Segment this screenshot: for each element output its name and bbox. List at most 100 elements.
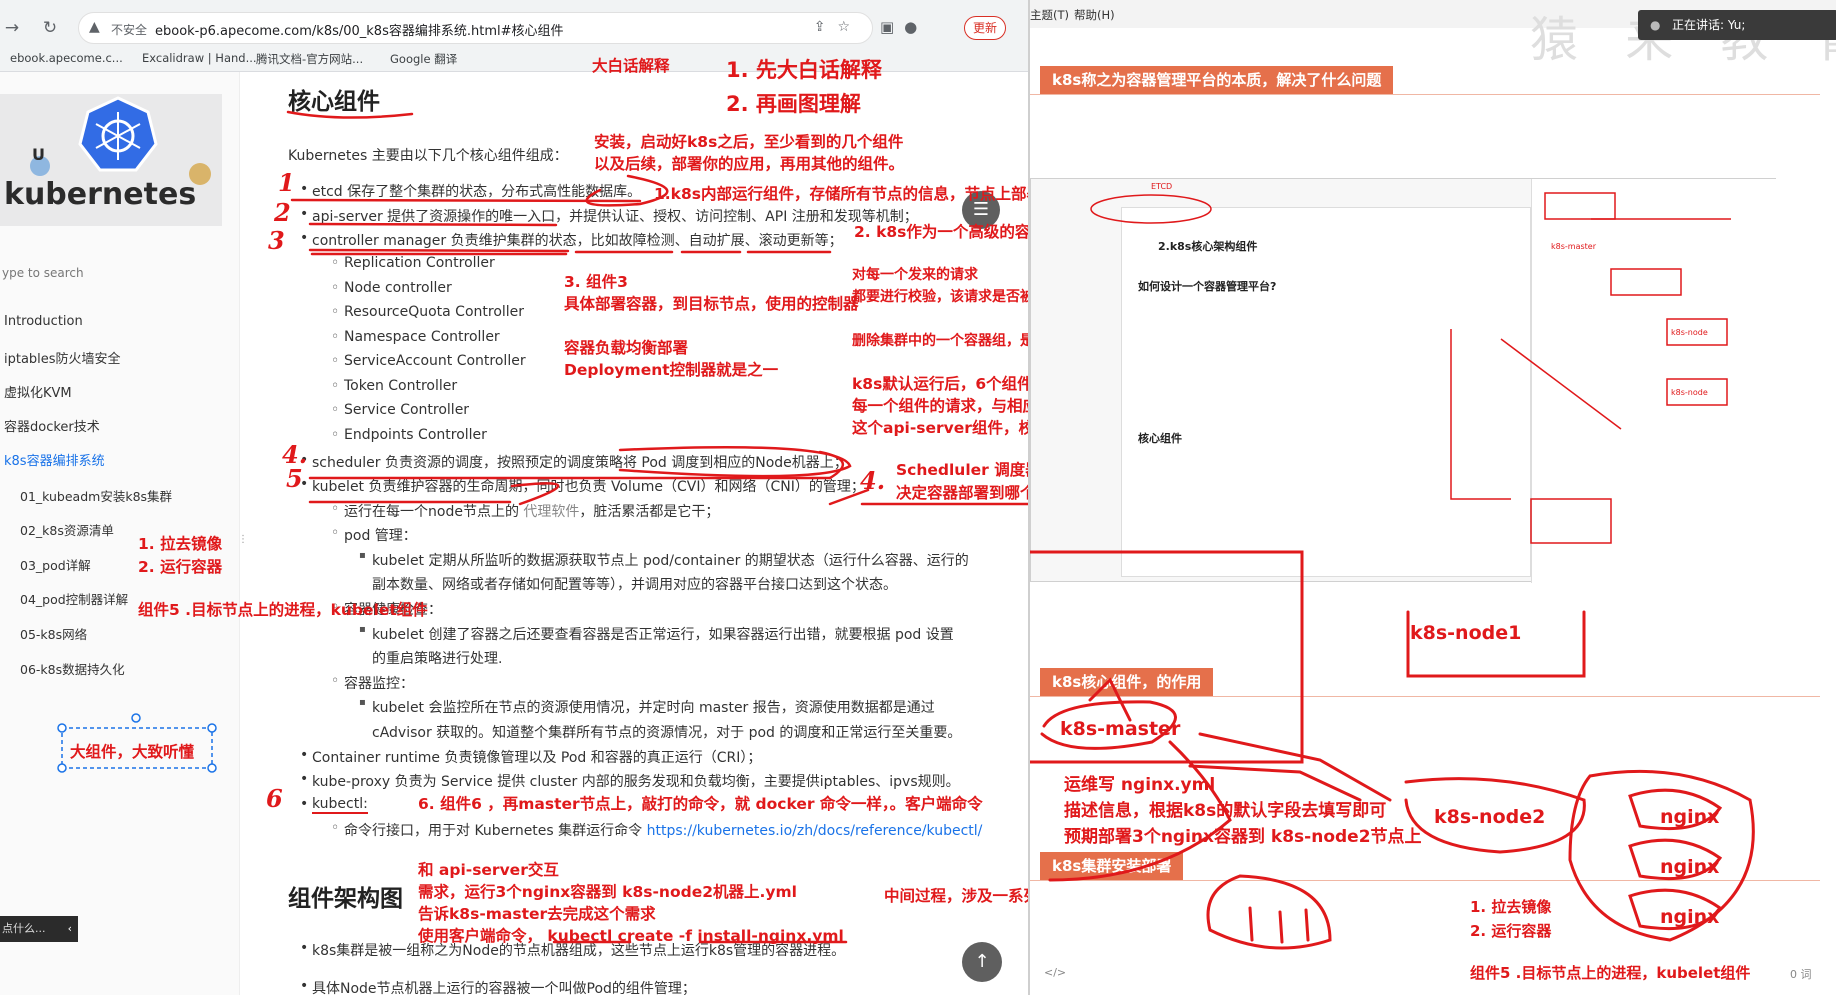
word-count: 0 词 (1790, 968, 1812, 981)
whiteboard-note: 2. 运行容器 (1470, 922, 1552, 940)
embedded-sketch: ETCD k8s-master k8s-node k8s-node (1090, 182, 1731, 544)
annotation: 组件5 .目标节点上的进程，kubelet组件 (138, 601, 428, 619)
annotation: Deployment控制器就是之一 (564, 361, 779, 379)
bookmark-item[interactable]: Google 翻译 (390, 51, 457, 67)
menu-item-theme[interactable]: 主题(T) (1030, 7, 1069, 23)
arch-item: 具体Node节点机器上运行的容器被一个叫做Pod的组件管理； (300, 978, 696, 995)
kubectl-desc: 命令行接口，用于对 Kubernetes 集群运行命令 https://kube… (331, 820, 983, 840)
collapse-label: 点什么... (2, 922, 46, 935)
whiteboard-node1-label: k8s-node1 (1410, 622, 1522, 644)
reload-icon[interactable]: ↻ (38, 16, 62, 40)
whiteboard-node2-label: k8s-node2 (1434, 806, 1546, 828)
section-line (1030, 94, 1820, 95)
embedded-screenshot: 2.k8s核心架构组件 如何设计一个容器管理平台? 核心组件 ETCD k8s-… (1030, 178, 1777, 583)
annotation-number: 2 (274, 198, 291, 227)
section-line (1030, 880, 1820, 881)
kubectl-item: kubectl: (300, 796, 368, 814)
annotation: 需求，运行3个nginx容器到 k8s-node2机器上.yml (418, 883, 797, 901)
whiteboard-note: 预期部署3个nginx容器到 k8s-node2节点上 (1064, 827, 1422, 847)
annotation-number: 1 (278, 168, 295, 197)
controller-subitem: Service Controller (331, 402, 469, 418)
controller-subitem: Endpoints Controller (331, 427, 487, 443)
svg-text:U: U (32, 145, 45, 164)
annotation: 大组件，大致听懂 (70, 743, 195, 761)
whiteboard-note: 组件5 .目标节点上的进程，kubelet组件 (1470, 964, 1751, 982)
sidebar-subitem-network[interactable]: 05-k8s网络 (20, 624, 87, 643)
controller-subitem: Token Controller (331, 378, 457, 394)
monitor-label: 容器监控： (331, 673, 414, 693)
sidebar-subitem-resources[interactable]: 02_k8s资源清单 (20, 520, 114, 539)
forward-icon[interactable]: → (0, 16, 24, 40)
kubelet-run-text: 运行在每一个node节点上的 代理软件，脏活累活都是它干； (331, 501, 719, 521)
sidebar-subitem-pod[interactable]: 03_pod详解 (20, 555, 91, 574)
menu-item-help[interactable]: 帮助(H) (1074, 7, 1115, 23)
kubernetes-logo-art: kubernetes U (0, 94, 222, 226)
annotation-number: 5 (286, 464, 303, 493)
sidebar-collapse-bar[interactable]: 点什么... ‹ (0, 916, 78, 942)
whiteboard-nginx-label: nginx (1660, 856, 1720, 878)
arch-title: 组件架构图 (288, 886, 403, 912)
pod-mgmt-text: kubelet 定期从所监听的数据源获取节点上 pod/container 的期… (359, 550, 969, 570)
svg-text:k8s-master: k8s-master (1551, 242, 1597, 251)
svg-text:kubernetes: kubernetes (4, 177, 196, 212)
sidebar-item-kvm[interactable]: 虚拟化KVM (4, 382, 72, 401)
url-text[interactable]: ebook-p6.apecome.com/k8s/00_k8s容器编排系统.ht… (155, 20, 564, 39)
controller-subitem: Namespace Controller (331, 329, 500, 345)
annotation: Schedluler 调度器 (896, 461, 1041, 479)
whiteboard-nginx-label: nginx (1660, 806, 1720, 828)
annotation: 容器负载均衡部署 (564, 339, 689, 357)
annotation-number: 6 (266, 784, 283, 813)
whiteboard-note: 1. 拉去镜像 (1470, 898, 1552, 916)
sidebar-item-introduction[interactable]: Introduction (4, 314, 83, 329)
controller-subitem: Replication Controller (331, 255, 495, 271)
agent-tag: 代理软件 (523, 504, 580, 520)
scheduler-item: scheduler 负责资源的调度，按照预定的调度策略将 Pod 调度到相应的N… (300, 452, 848, 472)
monitor-text: kubelet 会监控所在节点的资源使用情况，并定时向 master 报告，资源… (359, 697, 935, 717)
annotation: 告诉k8s-master去完成这个需求 (418, 905, 656, 923)
kubeproxy-item: kube-proxy 负责为 Service 提供 cluster 内部的服务发… (300, 771, 960, 791)
extension-icons[interactable]: ▣● (880, 18, 927, 36)
sidebar-subitem-kubeadm[interactable]: 01_kubeadm安装k8s集群 (20, 486, 172, 505)
intro-text: Kubernetes 主要由以下几个核心组件组成： (288, 148, 568, 164)
update-button[interactable]: 更新 (964, 16, 1007, 40)
annotation: 2. 运行容器 (138, 558, 223, 576)
address-bar[interactable]: ▲ 不安全 ebook-p6.apecome.com/k8s/00_k8s容器编… (78, 12, 873, 44)
pod-mgmt-label: pod 管理： (331, 525, 417, 545)
whiteboard-master-label: k8s-master (1060, 718, 1181, 740)
bookmark-item[interactable]: 腾讯文档-官方网站... (256, 51, 363, 67)
controller-subitem: ServiceAccount Controller (331, 353, 526, 369)
section-banner: k8s核心组件，的作用 (1040, 668, 1214, 696)
sidebar-item-iptables[interactable]: iptables防火墙安全 (4, 348, 121, 367)
annotation-number: 4. (860, 466, 886, 495)
code-view-icon[interactable]: </> (1044, 966, 1066, 979)
back-to-top-icon[interactable]: ↑ (962, 942, 1002, 982)
etcd-item: etcd 保存了整个集群的状态，分布式高性能数据库。 (300, 181, 641, 201)
kubelet-item: kubelet 负责维护容器的生命周期，同时也负责 Volume（CVI）和网络… (300, 476, 865, 496)
sidebar-subitem-controller[interactable]: 04_pod控制器详解 (20, 589, 128, 608)
chevron-left-icon[interactable]: ‹ (68, 916, 72, 942)
annotation: 这个api-server组件，校验 (852, 419, 1050, 437)
section-banner: k8s集群安装部署 (1040, 852, 1184, 880)
sidebar-item-k8s[interactable]: k8s容器编排系统 (4, 450, 105, 469)
annotation: 以及后续，部署你的应用，再用其他的组件。 (594, 155, 905, 173)
section-line (1030, 696, 1820, 697)
sidebar-subitem-storage[interactable]: 06-k8s数据持久化 (20, 659, 125, 678)
svg-text:k8s-node: k8s-node (1671, 388, 1708, 397)
sidebar-item-docker[interactable]: 容器docker技术 (4, 416, 100, 435)
annotation: 对每一个发来的请求 (852, 267, 978, 283)
insecure-label: 不安全 (111, 23, 148, 37)
controller-subitem: Node controller (331, 280, 452, 296)
annotation: 2. 再画图理解 (726, 92, 861, 116)
whiteboard-nginx-label: nginx (1660, 906, 1720, 928)
search-input[interactable]: ype to search (2, 266, 84, 280)
kubectl-docs-link[interactable]: https://kubernetes.io/zh/docs/reference/… (647, 823, 983, 839)
bookmark-item[interactable]: ebook.apecome.c... (10, 51, 123, 65)
speaking-indicator: ● 正在讲话: Yu; (1638, 10, 1836, 40)
whiteboard-note: 描述信息，根据k8s的默认字段去填写即可 (1064, 801, 1387, 821)
svg-text:ETCD: ETCD (1151, 182, 1172, 191)
address-row: → ↻ ▲ 不安全 ebook-p6.apecome.com/k8s/00_k8… (0, 10, 1028, 46)
bookmark-item[interactable]: Excalidraw | Hand... (142, 51, 257, 65)
whiteboard-panel: 主题(T) 帮助(H) 猿 来 教 育 ● 正在讲话: Yu; k8s称之为容器… (1028, 0, 1836, 995)
svg-text:k8s-node: k8s-node (1671, 328, 1708, 337)
share-star-icons[interactable]: ⇪☆ (814, 19, 862, 35)
